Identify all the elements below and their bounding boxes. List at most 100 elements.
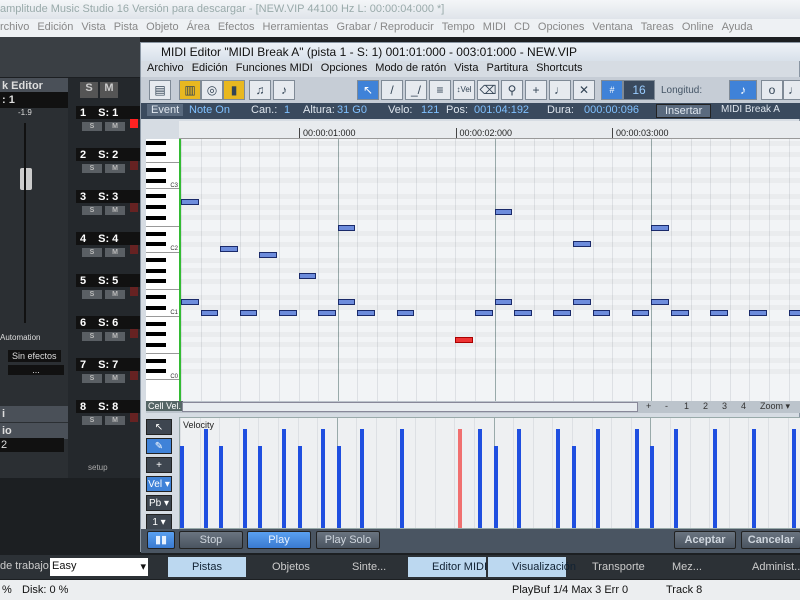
taskbar-item[interactable]: Mez... <box>648 557 726 577</box>
velocity-bar[interactable] <box>336 446 341 528</box>
velocity-bar[interactable] <box>493 446 498 528</box>
length-select[interactable]: ♪ <box>729 80 757 100</box>
black-key[interactable] <box>146 305 166 310</box>
menu-item[interactable]: Objeto <box>146 21 178 33</box>
black-key[interactable] <box>146 358 166 363</box>
note-grid[interactable] <box>179 139 800 401</box>
line-tool-icon[interactable]: _/ <box>405 80 427 100</box>
menu-item[interactable]: Edición <box>37 21 73 33</box>
track-solo-button[interactable]: S <box>82 164 102 173</box>
dropdown[interactable]: 2 <box>0 438 64 452</box>
accept-button[interactable]: Aceptar <box>674 531 736 549</box>
editor-menu-item[interactable]: Modo de ratón <box>375 62 446 74</box>
black-key[interactable] <box>146 141 166 146</box>
velocity-tool-5[interactable]: 1 ▾ <box>146 514 172 530</box>
midi-note[interactable] <box>220 246 238 253</box>
note-length-icon[interactable]: ♩ <box>549 80 571 100</box>
velocity-bar[interactable] <box>399 428 404 528</box>
track-mute-button[interactable]: M <box>105 248 125 257</box>
velocity-bar[interactable] <box>180 446 184 528</box>
record-button[interactable] <box>130 203 138 212</box>
velocity-bar[interactable] <box>595 428 600 528</box>
scroll-zoom-button[interactable]: 4 <box>741 401 746 411</box>
velocity-bar[interactable] <box>297 446 302 528</box>
midi-note[interactable] <box>318 310 336 316</box>
taskbar-item[interactable]: Sinte... <box>328 557 406 577</box>
midi-note[interactable] <box>553 310 571 316</box>
velocity-bar[interactable] <box>713 428 718 528</box>
black-key[interactable] <box>146 242 166 247</box>
play-solo-button[interactable]: Play Solo <box>316 531 380 549</box>
menu-item[interactable]: MIDI <box>483 21 506 33</box>
scroll-zoom-button[interactable]: 3 <box>722 401 727 411</box>
track-solo-button[interactable]: S <box>82 206 102 215</box>
track-solo-button[interactable]: S <box>82 416 102 425</box>
midi-note[interactable] <box>298 272 317 279</box>
record-button[interactable] <box>130 245 138 254</box>
black-key[interactable] <box>146 332 166 337</box>
track-mute-button[interactable]: M <box>105 374 125 383</box>
velocity-tool-3[interactable]: Vel ▾ <box>146 476 172 492</box>
midi-note[interactable] <box>475 310 493 316</box>
black-key[interactable] <box>146 231 166 236</box>
midi-note[interactable] <box>181 299 199 306</box>
velocity-tool-icon[interactable]: ↕Vel <box>453 80 475 100</box>
velocity-bar[interactable] <box>634 428 639 528</box>
scroll-zoom-button[interactable]: + <box>646 401 651 411</box>
taskbar-item[interactable]: Administ... <box>728 557 800 577</box>
midi-note[interactable] <box>337 225 356 232</box>
black-key[interactable] <box>146 295 166 300</box>
snap-icon[interactable]: # <box>601 80 623 100</box>
velocity-bar[interactable] <box>458 428 463 528</box>
midi-note[interactable] <box>710 310 728 316</box>
track-mute-button[interactable]: M <box>105 416 125 425</box>
black-key[interactable] <box>146 194 166 199</box>
velocity-mode-icon[interactable]: ▮▮ <box>147 531 175 549</box>
velocity-bar[interactable] <box>242 428 247 528</box>
velocity-bar[interactable] <box>360 428 365 528</box>
track-header[interactable]: 7 S: 7 <box>76 358 140 371</box>
track-header[interactable]: 4 S: 4 <box>76 232 140 245</box>
midi-note[interactable] <box>239 310 258 316</box>
scroll-zoom-button[interactable]: 2 <box>703 401 708 411</box>
track-7[interactable]: 7 S: 7 SM <box>76 358 140 398</box>
track-mute-button[interactable]: M <box>105 164 125 173</box>
midi-note[interactable] <box>181 198 199 205</box>
scroll-thumb[interactable] <box>182 402 638 412</box>
black-key[interactable] <box>146 205 166 209</box>
velocity-bar[interactable] <box>572 446 576 528</box>
midi-note[interactable] <box>259 251 277 258</box>
record-button[interactable] <box>130 413 138 422</box>
track-header[interactable]: 5 S: 5 <box>76 274 140 287</box>
mute-all-button[interactable]: M <box>100 82 118 98</box>
midi-note[interactable] <box>514 310 532 316</box>
whole-note-icon[interactable]: o <box>761 80 783 100</box>
tab-cell[interactable]: Cell <box>146 401 166 411</box>
duration-value[interactable]: 000:00:096 <box>584 104 639 116</box>
menu-item[interactable]: Ventana <box>592 21 632 33</box>
velocity-bar[interactable] <box>478 428 482 528</box>
velocity-tool-1[interactable]: ✎ <box>146 438 172 454</box>
menu-item[interactable]: Ayuda <box>722 21 753 33</box>
position-value[interactable]: 001:04:192 <box>474 104 529 116</box>
velocity-bar[interactable] <box>752 428 757 528</box>
section-header[interactable]: i <box>0 406 68 422</box>
volume-fader[interactable] <box>20 168 32 190</box>
editor-menu-item[interactable]: Edición <box>192 62 228 74</box>
taskbar-item[interactable]: Objetos <box>248 557 326 577</box>
track-mute-button[interactable]: M <box>105 206 125 215</box>
black-key[interactable] <box>146 178 166 183</box>
velocity-bar[interactable] <box>219 446 224 528</box>
scroll-zoom-button[interactable]: - <box>665 401 668 411</box>
taskbar-item[interactable]: Transporte <box>568 557 646 577</box>
track-header[interactable]: 8 S: 8 <box>76 400 140 413</box>
velocity-bar[interactable] <box>791 428 796 528</box>
black-key[interactable] <box>146 167 166 172</box>
midi-note[interactable] <box>651 299 669 306</box>
midi-note[interactable] <box>573 241 591 248</box>
list-view-icon[interactable]: ▤ <box>149 80 171 100</box>
black-key[interactable] <box>146 215 166 220</box>
record-button[interactable] <box>130 371 138 380</box>
track-header[interactable]: 6 S: 6 <box>76 316 140 329</box>
menu-item[interactable]: Tempo <box>442 21 475 33</box>
